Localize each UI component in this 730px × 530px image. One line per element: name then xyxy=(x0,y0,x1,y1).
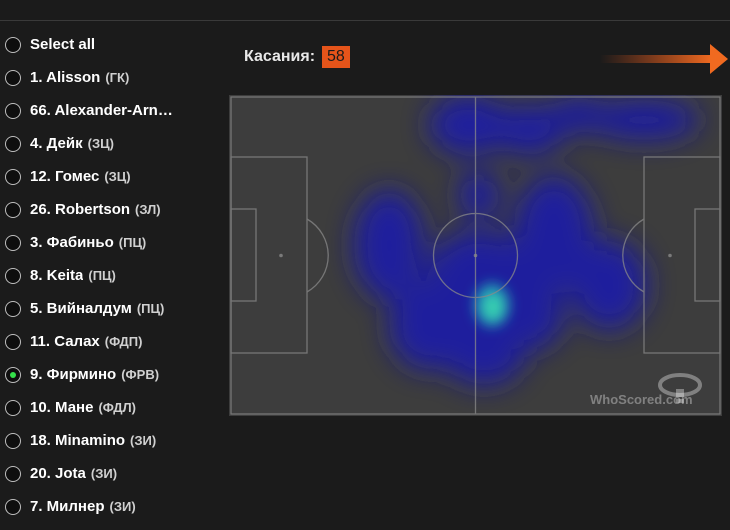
player-option[interactable]: 7. Милнер (ЗИ) xyxy=(5,490,225,523)
player-position: (ФДП) xyxy=(104,334,143,349)
player-option[interactable]: 66. Alexander-Arn… xyxy=(5,94,225,127)
radio-button[interactable] xyxy=(5,168,21,185)
player-name: 3. Фабиньо xyxy=(30,234,114,251)
radio-button[interactable] xyxy=(5,432,21,449)
radio-button[interactable] xyxy=(5,201,21,218)
radio-button[interactable] xyxy=(5,69,21,86)
player-option[interactable]: 3. Фабиньо (ПЦ) xyxy=(5,226,225,259)
player-name: 10. Мане xyxy=(30,399,94,416)
player-option[interactable]: 1. Alisson (ГК) xyxy=(5,61,225,94)
player-position: (ПЦ) xyxy=(88,268,116,283)
player-name: 11. Салах xyxy=(30,333,100,350)
player-position: (ЗЦ) xyxy=(104,169,131,184)
player-option[interactable]: 26. Robertson (ЗЛ) xyxy=(5,193,225,226)
player-name: 4. Дейк xyxy=(30,135,83,152)
arrow-right-icon[interactable] xyxy=(600,42,728,76)
touches-count-badge: 58 xyxy=(322,46,350,68)
radio-button[interactable] xyxy=(5,333,21,350)
player-name: Select all xyxy=(30,36,96,53)
player-name: 18. Minamino xyxy=(30,432,126,449)
player-option[interactable]: 18. Minamino (ЗИ) xyxy=(5,424,225,457)
player-option[interactable]: 11. Салах (ФДП) xyxy=(5,325,225,358)
radio-button[interactable] xyxy=(5,135,21,152)
player-name: 8. Keita xyxy=(30,267,84,284)
player-name: 1. Alisson xyxy=(30,69,101,86)
player-position: (ЗЛ) xyxy=(135,202,161,217)
radio-button[interactable] xyxy=(5,498,21,515)
touches-summary: Касания: 58 xyxy=(244,46,350,68)
player-position: (ПЦ) xyxy=(136,301,165,316)
radio-button[interactable] xyxy=(5,399,21,416)
radio-button[interactable] xyxy=(5,102,21,119)
player-option[interactable]: 10. Мане (ФДЛ) xyxy=(5,391,225,424)
radio-button[interactable] xyxy=(5,234,21,251)
player-position: (ФДЛ) xyxy=(98,400,136,415)
player-option[interactable]: 20. Jota (ЗИ) xyxy=(5,457,225,490)
player-position: (ЗИ) xyxy=(130,433,157,448)
player-name: 20. Jota xyxy=(30,465,86,482)
radio-button[interactable] xyxy=(5,300,21,317)
player-name: 26. Robertson xyxy=(30,201,131,218)
player-name: 7. Милнер xyxy=(30,498,105,515)
player-position: (ЗИ) xyxy=(90,466,118,481)
top-divider xyxy=(0,20,730,21)
player-list: Select all 1. Alisson (ГК) 66. Alexander-Ar… xyxy=(5,28,225,523)
radio-button[interactable] xyxy=(5,267,21,284)
radio-button[interactable] xyxy=(5,366,21,383)
select-all-option[interactable]: Select all xyxy=(5,28,225,61)
player-option[interactable]: 5. Вийналдум (ПЦ) xyxy=(5,292,225,325)
radio-button[interactable] xyxy=(5,36,21,53)
radio-button[interactable] xyxy=(5,465,21,482)
player-position: (ФРВ) xyxy=(121,367,160,382)
player-position: (ЗИ) xyxy=(109,499,136,514)
player-name: 66. Alexander-Arn… xyxy=(30,102,173,119)
player-option[interactable]: 4. Дейк (ЗЦ) xyxy=(5,127,225,160)
player-name: 12. Гомес xyxy=(30,168,100,185)
player-position: (ЗЦ) xyxy=(87,136,114,151)
player-option[interactable]: 9. Фирмино (ФРВ) xyxy=(5,358,225,391)
player-name: 5. Вийналдум xyxy=(30,300,132,317)
whoscored-watermark: WhoScored.com xyxy=(590,392,693,407)
player-position: (ПЦ) xyxy=(118,235,147,250)
player-option[interactable]: 8. Keita (ПЦ) xyxy=(5,259,225,292)
player-position: (ГК) xyxy=(105,70,130,85)
player-option[interactable]: 12. Гомес (ЗЦ) xyxy=(5,160,225,193)
touches-label: Касания: xyxy=(244,48,316,65)
player-name: 9. Фирмино xyxy=(30,366,117,383)
heatmap-pitch xyxy=(229,95,722,416)
